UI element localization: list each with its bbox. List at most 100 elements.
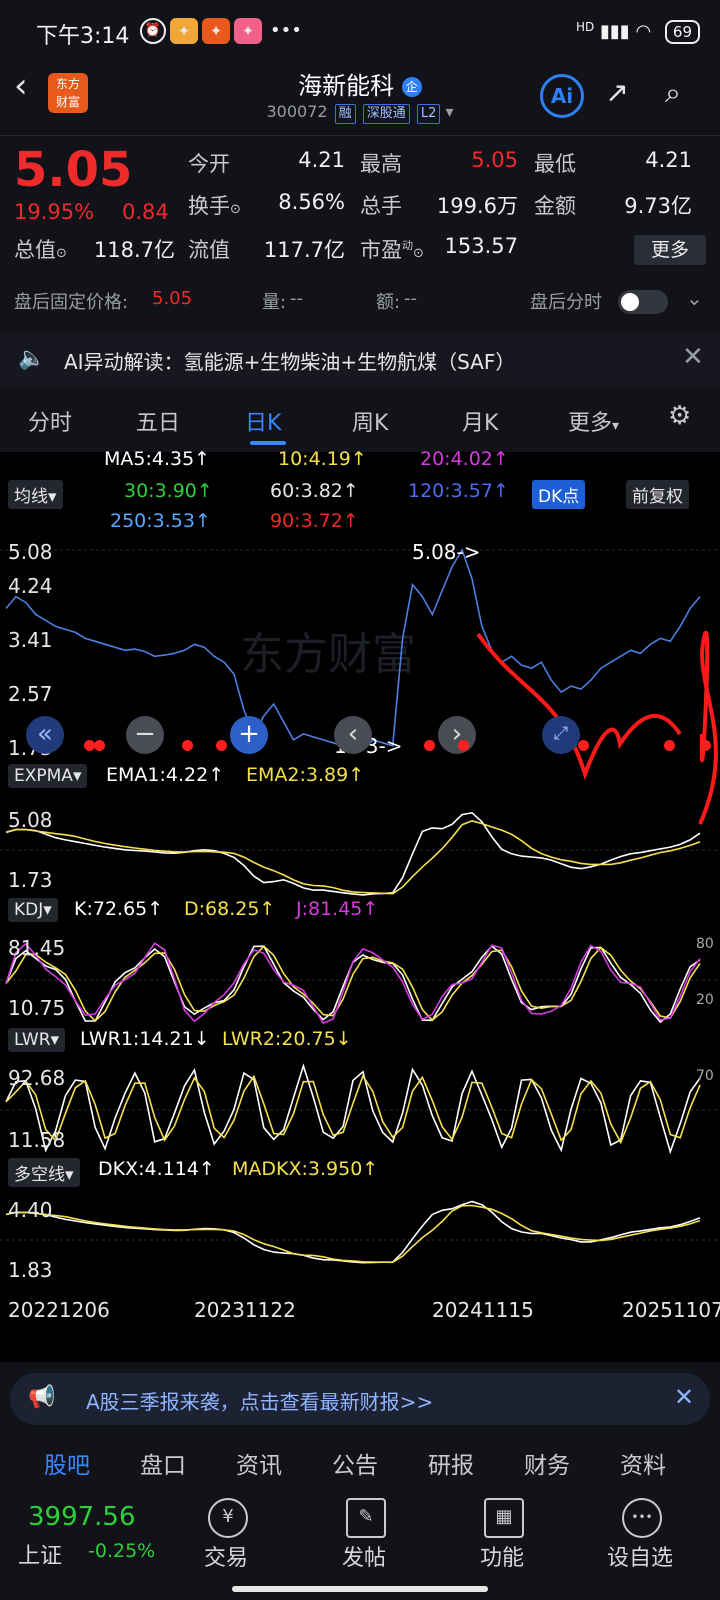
tab-five-day[interactable]: 五日 xyxy=(136,405,180,437)
adjust-button[interactable]: 前复权 xyxy=(626,480,689,509)
zoom-in-icon[interactable]: + xyxy=(230,716,268,754)
watermark: 东方财富 xyxy=(240,629,416,680)
ai-button[interactable]: Ai xyxy=(540,74,584,118)
tab-more[interactable]: 更多▾ xyxy=(568,405,619,437)
kdj-selector[interactable]: KDJ▾ xyxy=(8,898,58,922)
tab-pankou[interactable]: 盘口 xyxy=(140,1446,186,1480)
lwr-selector[interactable]: LWR▾ xyxy=(8,1028,66,1052)
expma-name: EXPMA xyxy=(14,766,73,786)
kdj-lines xyxy=(5,942,701,1025)
event-marker[interactable] xyxy=(216,740,227,751)
functions-icon[interactable]: ▦ xyxy=(484,1498,524,1538)
earnings-banner[interactable]: 📢 A股三季报来袭，点击查看最新财报>> ✕ xyxy=(10,1373,710,1425)
info-icon: ⊙ xyxy=(56,246,67,261)
change-pct: 19.95% xyxy=(14,200,95,224)
ema2-line xyxy=(5,820,701,895)
turnover-label[interactable]: 换手⊙ xyxy=(188,190,241,220)
tab-daily-k[interactable]: 日K xyxy=(245,405,281,437)
after-vol-value: -- xyxy=(290,288,303,309)
share-icon[interactable]: ↗ xyxy=(596,72,638,114)
ma10-label: 10:4.19↑ xyxy=(278,448,367,470)
expma-selector[interactable]: EXPMA▾ xyxy=(8,764,88,788)
tab-guba[interactable]: 股吧 xyxy=(44,1446,90,1480)
madkx-line xyxy=(5,1204,701,1264)
stock-header: ‹ 东方 财富 海新能科 企 300072 融 深股通 L2 ▾ Ai ↗ ⌕ xyxy=(0,60,720,135)
after-hours-toggle[interactable] xyxy=(618,290,668,314)
dkx-selector[interactable]: 多空线▾ xyxy=(8,1158,80,1187)
ma-selector-label: 均线 xyxy=(14,487,48,507)
event-marker[interactable] xyxy=(700,740,711,751)
tab-profile[interactable]: 资料 xyxy=(620,1446,666,1480)
zoom-out-icon[interactable]: − xyxy=(126,716,164,754)
kline-chart-area[interactable]: 均线▾ MA5:4.35↑ 10:4.19↑ 20:4.02↑ 30:3.90↑… xyxy=(0,448,720,1362)
close-icon[interactable]: ✕ xyxy=(674,1383,694,1411)
scroll-left-icon[interactable]: ‹ xyxy=(334,716,372,754)
index-name[interactable]: 上证 xyxy=(18,1538,62,1570)
tab-news[interactable]: 资讯 xyxy=(236,1446,282,1480)
mktcap-label[interactable]: 总值⊙ xyxy=(14,234,67,264)
tab-research[interactable]: 研报 xyxy=(428,1446,474,1480)
date-label: 20251107 xyxy=(622,1298,720,1322)
trade-icon[interactable]: ¥ xyxy=(208,1498,248,1538)
kdj-axis-right: 20 xyxy=(696,992,714,1008)
status-right: HD ▮▮▮ ◠ 69 xyxy=(576,20,700,44)
wifi-icon: ◠ xyxy=(635,21,652,42)
trade-label[interactable]: 交易 xyxy=(176,1540,276,1572)
price-axis-label: 5.08 xyxy=(8,540,53,564)
volume-value: 199.6万 xyxy=(436,194,518,218)
event-marker[interactable] xyxy=(458,740,469,751)
event-marker[interactable] xyxy=(578,740,589,751)
add-watchlist-icon[interactable]: ••• xyxy=(622,1498,662,1538)
pe-label[interactable]: 市盈动⊙ xyxy=(360,234,424,264)
after-price-value: 5.05 xyxy=(152,288,193,309)
change-value: 0.84 xyxy=(122,200,169,224)
dkx-lines xyxy=(5,1200,701,1264)
gear-icon[interactable]: ⚙ xyxy=(668,401,691,431)
dkx-line xyxy=(5,1200,701,1264)
ma20-label: 20:4.02↑ xyxy=(420,448,509,470)
scroll-left-fast-icon[interactable]: « xyxy=(26,716,64,754)
bottom-content-tabs: 股吧 盘口 资讯 公告 研报 财务 资料 xyxy=(0,1432,720,1492)
index-value[interactable]: 3997.56 xyxy=(28,1502,136,1532)
lwr2-label: LWR2:20.75↓ xyxy=(222,1028,352,1050)
ma30-label: 30:3.90↑ xyxy=(124,480,213,502)
connect-tag: 深股通 xyxy=(362,104,410,124)
kdj-axis-bottom: 10.75 xyxy=(8,996,66,1020)
float-label: 流值 xyxy=(188,238,230,262)
dropdown-arrow-icon[interactable]: ▾ xyxy=(445,102,453,121)
kdj-j-label: J:81.45↑ xyxy=(296,898,379,920)
hand-drawn-annotation xyxy=(476,632,682,781)
dk-point-button[interactable]: DK点 xyxy=(532,480,586,509)
ma-selector[interactable]: 均线▾ xyxy=(8,480,63,509)
close-icon[interactable]: ✕ xyxy=(682,342,704,372)
tab-timeshare[interactable]: 分时 xyxy=(28,405,72,437)
more-button[interactable]: 更多 xyxy=(634,235,706,265)
kdj-name: KDJ xyxy=(14,900,44,920)
search-icon[interactable]: ⌕ xyxy=(652,72,694,114)
megaphone-icon: 📢 xyxy=(28,1385,56,1410)
event-marker[interactable] xyxy=(182,740,193,751)
fullscreen-icon[interactable]: ⤢ xyxy=(542,716,580,754)
low-label: 最低 xyxy=(534,152,576,176)
tab-monthly-k[interactable]: 月K xyxy=(462,405,498,437)
stock-name: 海新能科 xyxy=(298,72,395,100)
post-label[interactable]: 发帖 xyxy=(314,1540,414,1572)
event-marker[interactable] xyxy=(664,740,675,751)
l2-tag: L2 xyxy=(416,104,441,124)
tab-weekly-k[interactable]: 周K xyxy=(352,405,388,437)
scroll-right-icon[interactable]: › xyxy=(438,716,476,754)
tab-finance[interactable]: 财务 xyxy=(524,1446,570,1480)
ai-insight-bar[interactable]: 🔈 AI异动解读：氢能源+生物柴油+生物航煤（SAF） ✕ xyxy=(0,332,720,388)
more-notifications: ••• xyxy=(270,20,302,41)
open-value: 4.21 xyxy=(298,148,345,172)
add-watchlist-label[interactable]: 设自选 xyxy=(590,1540,690,1572)
event-marker[interactable] xyxy=(94,740,105,751)
tab-announcements[interactable]: 公告 xyxy=(332,1446,378,1480)
banner-text: A股三季报来袭，点击查看最新财报>> xyxy=(86,1390,434,1414)
index-change: -0.25% xyxy=(88,1540,156,1562)
chevron-down-icon[interactable]: ⌄ xyxy=(686,286,703,310)
functions-label[interactable]: 功能 xyxy=(452,1540,552,1572)
caret-down-icon: ▾ xyxy=(612,418,620,434)
post-icon[interactable]: ✎ xyxy=(346,1498,386,1538)
event-marker[interactable] xyxy=(424,740,435,751)
